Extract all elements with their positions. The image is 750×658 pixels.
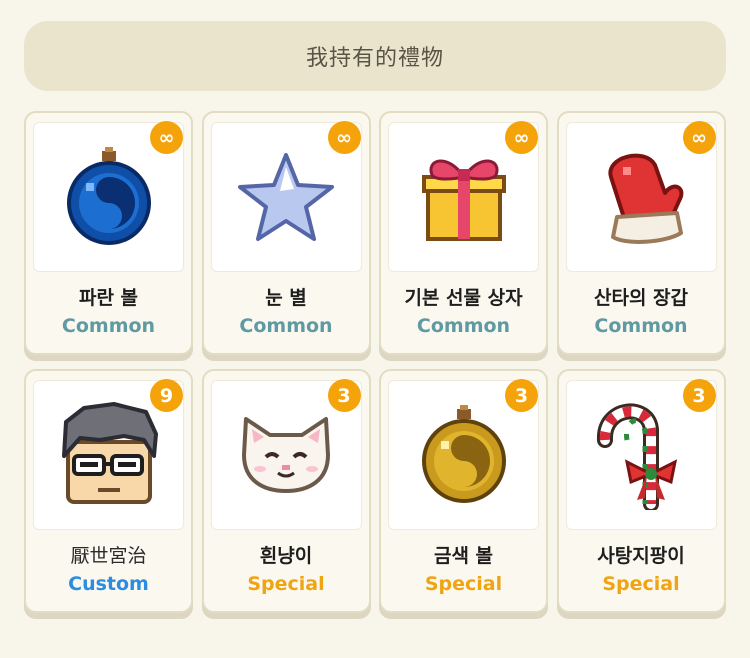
- avatar-glasses-icon: [54, 400, 164, 510]
- count-badge: ∞: [150, 121, 183, 154]
- count-badge: ∞: [505, 121, 538, 154]
- santa-mitten-icon: [595, 147, 687, 247]
- rarity-label: Special: [602, 573, 680, 595]
- count-badge: 9: [150, 379, 183, 412]
- rarity-label: Special: [424, 573, 503, 595]
- rarity-label: Common: [239, 315, 333, 337]
- gift-name: 기본 선물 상자: [404, 287, 523, 309]
- count-badge: ∞: [682, 121, 716, 154]
- gift-name: 눈 별: [265, 287, 307, 309]
- gift-card[interactable]: 3 흰냥이 Special: [201, 369, 371, 613]
- rarity-label: Special: [247, 573, 325, 595]
- page-title: 我持有的禮物: [24, 21, 726, 91]
- blue-ornament-icon: [64, 147, 154, 247]
- gold-ornament-icon: [419, 405, 509, 505]
- gift-name: 사탕지팡이: [597, 545, 685, 567]
- snow-star-icon: [236, 151, 336, 243]
- white-cat-icon: [236, 415, 336, 495]
- rarity-label: Common: [416, 315, 511, 337]
- gift-name: 산타의 장갑: [593, 287, 688, 309]
- gift-name: 흰냥이: [259, 545, 313, 567]
- candy-cane-icon: [593, 400, 689, 510]
- gift-card[interactable]: ∞ 파란 볼 Common: [24, 111, 193, 355]
- gift-box-icon: [418, 151, 510, 243]
- rarity-label: Common: [61, 315, 156, 337]
- gift-card[interactable]: 3 금색 볼 Special: [379, 369, 548, 613]
- count-badge: ∞: [327, 121, 361, 154]
- gift-card[interactable]: 9 厭世宮治 Custom: [24, 369, 193, 613]
- gift-name: 파란 볼: [78, 287, 139, 309]
- count-badge: 3: [505, 379, 538, 412]
- gift-card[interactable]: ∞ 산타의 장갑 Common: [556, 111, 726, 355]
- rarity-label: Common: [594, 315, 688, 337]
- gift-name: 금색 볼: [433, 545, 494, 567]
- rarity-label: Custom: [68, 573, 149, 595]
- count-badge: 3: [327, 379, 361, 412]
- gift-name: 厭世宮治: [70, 545, 147, 567]
- count-badge: 3: [682, 379, 716, 412]
- gift-card[interactable]: ∞ 눈 별 Common: [201, 111, 371, 355]
- gift-card[interactable]: 3 사탕지팡이 Special: [556, 369, 726, 613]
- gift-card[interactable]: ∞ 기본 선물 상자 Common: [379, 111, 548, 355]
- gift-grid: ∞ 파란 볼 Common ∞ 눈 별 Common ∞ 기본 선물 상자 Co…: [24, 111, 726, 613]
